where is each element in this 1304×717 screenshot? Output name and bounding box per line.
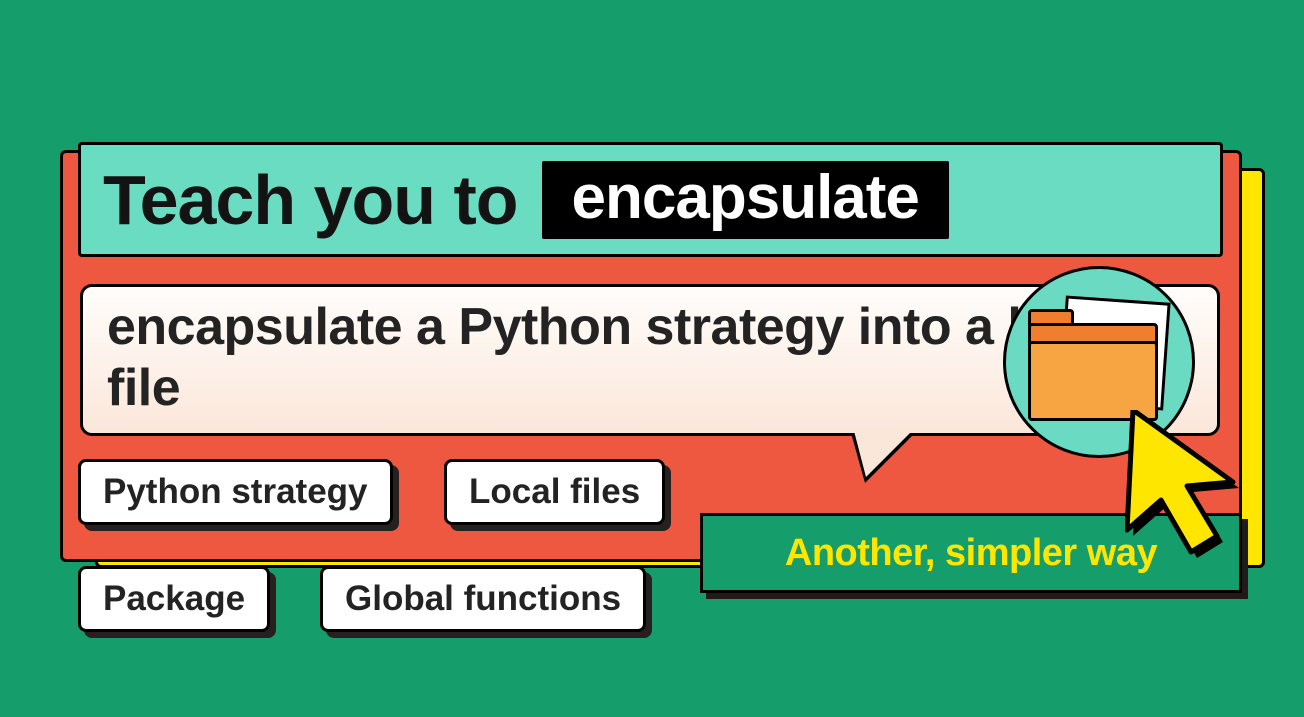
cursor-icon [1125,410,1255,560]
title-highlight: encapsulate [542,161,949,239]
tag-local-files: Local files [444,459,665,525]
tag-global-functions: Global functions [320,566,646,632]
title-bar: Teach you to encapsulate [78,142,1223,257]
tag-package: Package [78,566,270,632]
tag-python-strategy: Python strategy [78,459,393,525]
callout-text: Another, simpler way [785,532,1157,575]
description-text: encapsulate a Python strategy into a loc… [107,298,1123,417]
title-lead: Teach you to [103,160,518,240]
